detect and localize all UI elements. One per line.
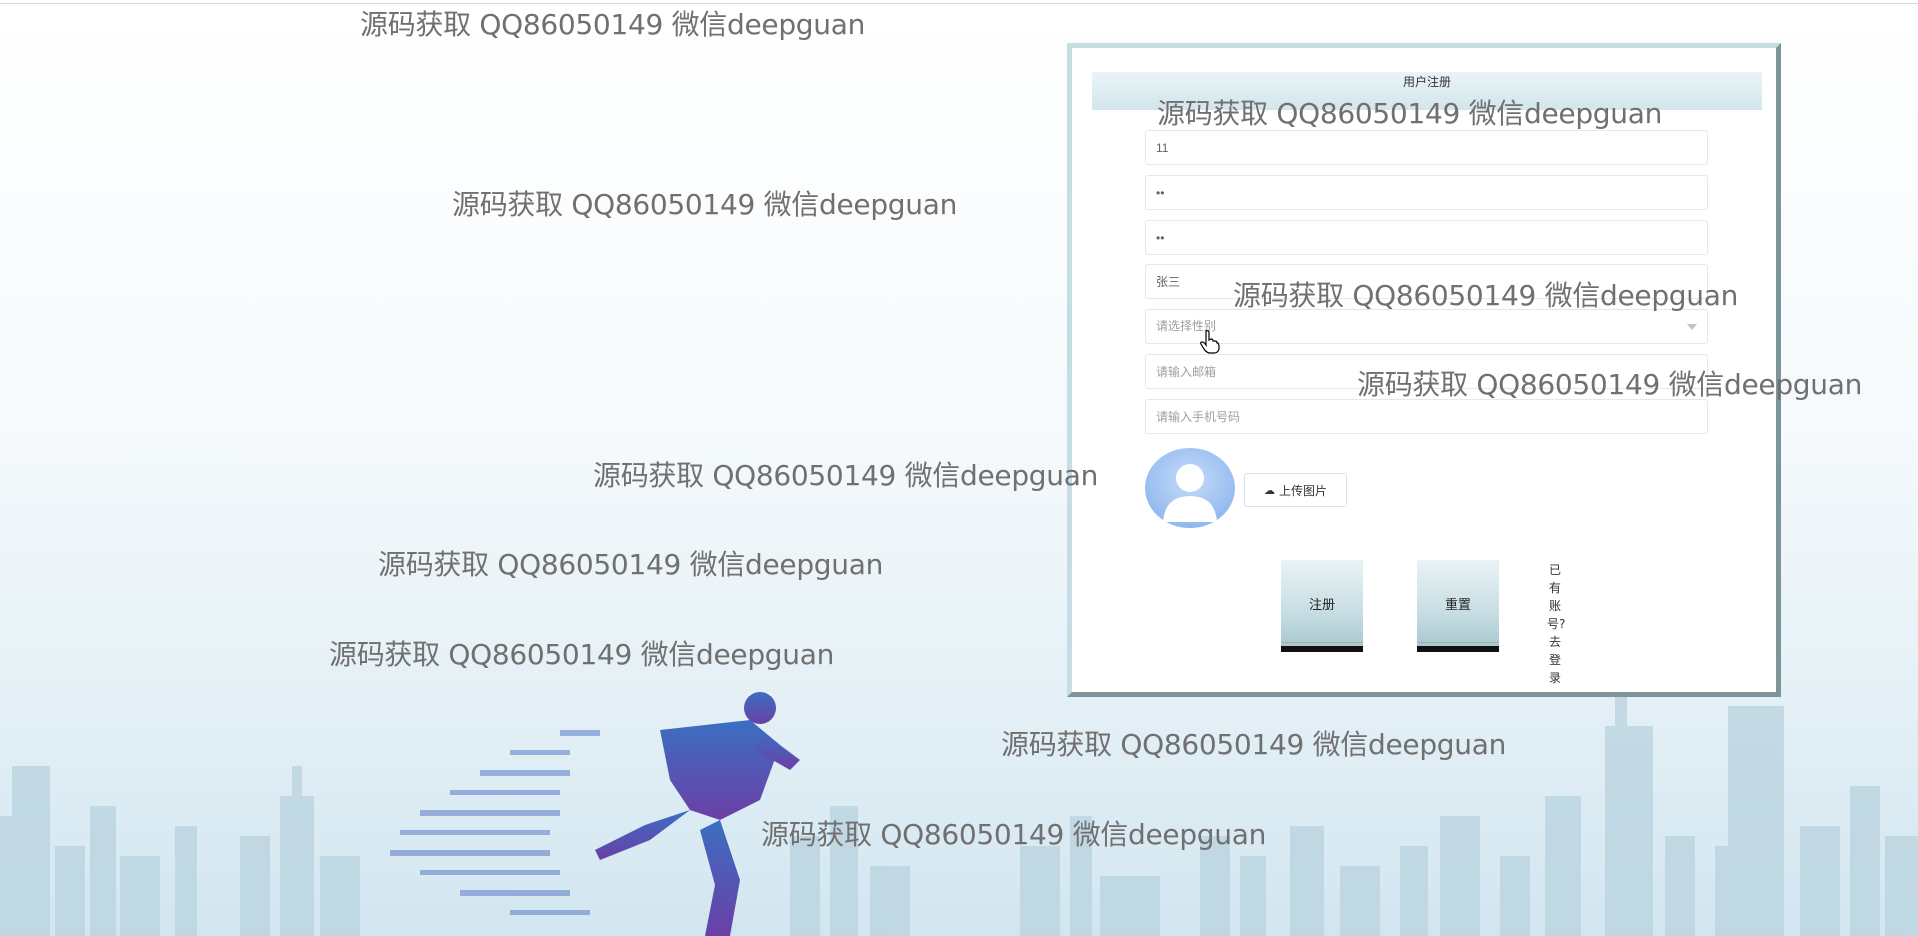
gender-select[interactable]: 请选择性别: [1145, 309, 1708, 344]
password-input[interactable]: [1145, 175, 1708, 210]
go-login-link[interactable]: 已有账号?去登录: [1547, 561, 1565, 687]
hand-cursor-icon: [1200, 330, 1220, 354]
cloud-upload-icon: ☁: [1263, 483, 1275, 497]
watermark: 源码获取 QQ86050149 微信deepguan: [360, 8, 866, 41]
confirm-password-input[interactable]: [1145, 220, 1708, 255]
watermark: 源码获取 QQ86050149 微信deepguan: [761, 818, 1267, 851]
runner-illustration: [390, 692, 800, 936]
upload-image-button[interactable]: ☁ 上传图片: [1244, 473, 1347, 507]
top-divider: [0, 3, 1918, 4]
watermark: 源码获取 QQ86050149 微信deepguan: [1157, 97, 1663, 130]
chevron-down-icon: [1687, 324, 1697, 330]
reset-button[interactable]: 重置: [1417, 560, 1499, 652]
account-input[interactable]: [1145, 130, 1708, 165]
watermark: 源码获取 QQ86050149 微信deepguan: [593, 459, 1099, 492]
upload-button-label: 上传图片: [1278, 483, 1327, 498]
watermark: 源码获取 QQ86050149 微信deepguan: [378, 548, 884, 581]
watermark: 源码获取 QQ86050149 微信deepguan: [1001, 728, 1507, 761]
phone-input[interactable]: [1145, 399, 1708, 434]
watermark: 源码获取 QQ86050149 微信deepguan: [329, 638, 835, 671]
watermark: 源码获取 QQ86050149 微信deepguan: [452, 188, 958, 221]
avatar-placeholder-icon: [1145, 448, 1235, 528]
watermark: 源码获取 QQ86050149 微信deepguan: [1357, 368, 1863, 401]
register-button[interactable]: 注册: [1281, 560, 1363, 652]
watermark: 源码获取 QQ86050149 微信deepguan: [1233, 279, 1739, 312]
